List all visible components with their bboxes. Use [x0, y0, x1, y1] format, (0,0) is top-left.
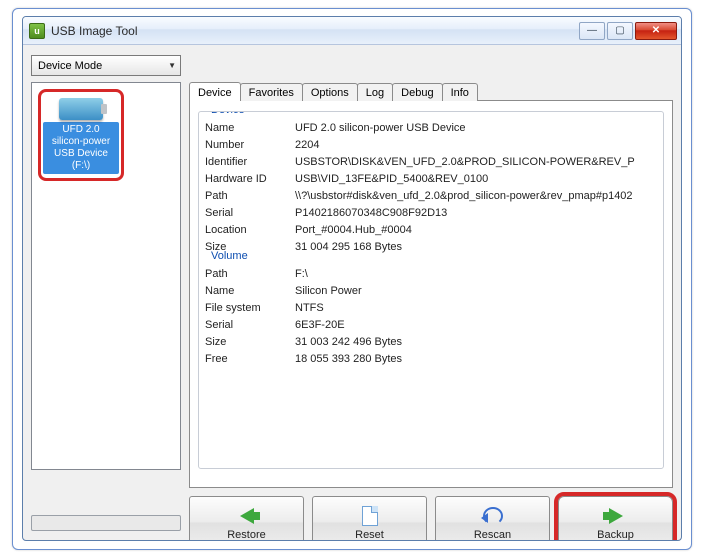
label-name: Name	[205, 120, 295, 137]
tab-device[interactable]: Device	[189, 82, 241, 101]
volume-group-legend: Volume	[207, 250, 252, 262]
tab-debug[interactable]: Debug	[392, 83, 442, 101]
tabstrip: Device Favorites Options Log Debug Info	[189, 83, 673, 101]
document-icon	[362, 506, 378, 526]
value-location: Port_#0004.Hub_#0004	[295, 222, 657, 239]
backup-button-label: Backup	[597, 529, 634, 541]
mode-dropdown-value: Device Mode	[38, 60, 102, 72]
usb-device-icon	[59, 98, 103, 120]
device-group-legend: Device	[207, 111, 249, 116]
label-serial: Serial	[205, 205, 295, 222]
refresh-icon	[483, 507, 503, 525]
progress-bar	[31, 515, 181, 531]
reset-button-label: Reset	[355, 529, 384, 541]
rescan-button[interactable]: Rescan	[435, 496, 550, 541]
value-size: 31 004 295 168 Bytes	[295, 239, 657, 256]
backup-button[interactable]: Backup	[558, 496, 673, 541]
device-list-item[interactable]: UFD 2.0 silicon-power USB Device (F:\)	[38, 89, 124, 181]
label-path: Path	[205, 188, 295, 205]
value-serial: P1402186070348C908F92D13	[295, 205, 657, 222]
label-vol-fs: File system	[205, 300, 295, 317]
chevron-down-icon: ▼	[168, 61, 176, 70]
label-vol-serial: Serial	[205, 317, 295, 334]
label-vol-size: Size	[205, 334, 295, 351]
tab-info[interactable]: Info	[442, 83, 478, 101]
label-vol-path: Path	[205, 266, 295, 283]
tab-favorites[interactable]: Favorites	[240, 83, 303, 101]
arrow-left-icon	[240, 508, 254, 524]
label-vol-free: Free	[205, 351, 295, 368]
close-button[interactable]: ✕	[635, 22, 677, 40]
value-path: \\?\usbstor#disk&ven_ufd_2.0&prod_silico…	[295, 188, 657, 205]
value-vol-fs: NTFS	[295, 300, 657, 317]
label-vol-name: Name	[205, 283, 295, 300]
device-info-group: Device NameUFD 2.0 silicon-power USB Dev…	[198, 111, 664, 469]
value-vol-serial: 6E3F-20E	[295, 317, 657, 334]
minimize-button[interactable]: —	[579, 22, 605, 40]
value-hardware-id: USB\VID_13FE&PID_5400&REV_0100	[295, 171, 657, 188]
arrow-right-icon	[609, 508, 623, 524]
tab-page-device: Device NameUFD 2.0 silicon-power USB Dev…	[189, 100, 673, 488]
restore-button[interactable]: Restore	[189, 496, 304, 541]
value-vol-path: F:\	[295, 266, 657, 283]
reset-button[interactable]: Reset	[312, 496, 427, 541]
mode-dropdown[interactable]: Device Mode ▼	[31, 55, 181, 76]
value-number: 2204	[295, 137, 657, 154]
device-list[interactable]: UFD 2.0 silicon-power USB Device (F:\)	[31, 82, 181, 470]
window-title: USB Image Tool	[51, 24, 138, 38]
value-name: UFD 2.0 silicon-power USB Device	[295, 120, 657, 137]
label-hardware-id: Hardware ID	[205, 171, 295, 188]
titlebar[interactable]: u USB Image Tool — ▢ ✕	[23, 17, 681, 45]
maximize-button[interactable]: ▢	[607, 22, 633, 40]
device-item-label: UFD 2.0 silicon-power USB Device (F:\)	[43, 122, 119, 174]
app-icon: u	[29, 23, 45, 39]
label-identifier: Identifier	[205, 154, 295, 171]
label-number: Number	[205, 137, 295, 154]
tab-log[interactable]: Log	[357, 83, 393, 101]
tab-options[interactable]: Options	[302, 83, 358, 101]
value-vol-size: 31 003 242 496 Bytes	[295, 334, 657, 351]
app-window: u USB Image Tool — ▢ ✕ Device Mode ▼ UFD…	[22, 16, 682, 541]
rescan-button-label: Rescan	[474, 529, 511, 541]
value-vol-name: Silicon Power	[295, 283, 657, 300]
value-identifier: USBSTOR\DISK&VEN_UFD_2.0&PROD_SILICON-PO…	[295, 154, 657, 171]
value-vol-free: 18 055 393 280 Bytes	[295, 351, 657, 368]
restore-button-label: Restore	[227, 529, 266, 541]
label-location: Location	[205, 222, 295, 239]
